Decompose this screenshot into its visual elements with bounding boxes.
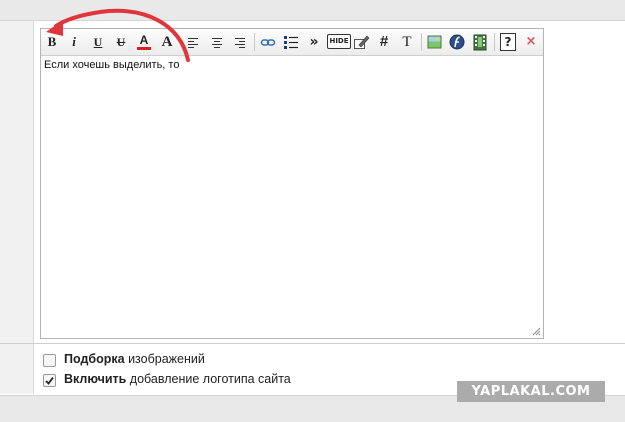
align-left-icon — [188, 38, 198, 48]
check-icon — [45, 376, 54, 385]
checkbox-checked[interactable] — [43, 374, 56, 387]
hide-button[interactable]: HIDE — [327, 34, 351, 49]
toolbar-separator — [254, 33, 255, 51]
editor-toolbar: B i U U A A » HIDE # T ? × — [41, 29, 543, 56]
edit-icon — [354, 35, 370, 49]
link-icon — [260, 39, 276, 46]
font-size-button[interactable]: A — [160, 33, 174, 51]
post-editor: B i U U A A » HIDE # T ? × Если хочешь в… — [40, 28, 544, 339]
align-center-button[interactable] — [211, 33, 225, 51]
resize-grip-icon[interactable] — [532, 327, 541, 336]
hash-button[interactable]: # — [377, 33, 391, 51]
bold-button[interactable]: B — [45, 33, 59, 51]
text-color-button[interactable]: A — [137, 33, 151, 50]
left-column — [0, 21, 34, 343]
option-label: Включить добавление логотипа сайта — [64, 372, 291, 386]
align-right-button[interactable] — [234, 33, 248, 51]
edit-button[interactable] — [353, 33, 370, 51]
top-band — [0, 0, 625, 21]
align-left-button[interactable] — [187, 33, 201, 51]
left-column-lower — [0, 344, 34, 394]
link-button[interactable] — [260, 33, 276, 51]
quote-button[interactable]: » — [307, 33, 321, 51]
list-button[interactable] — [283, 33, 299, 51]
flash-button[interactable] — [449, 33, 465, 51]
list-icon — [284, 36, 298, 49]
align-center-icon — [212, 38, 222, 48]
toolbar-separator — [421, 33, 422, 51]
checkbox[interactable] — [43, 354, 56, 367]
italic-button[interactable]: i — [67, 33, 81, 51]
video-button[interactable] — [473, 33, 487, 51]
align-right-icon — [235, 38, 245, 48]
toolbar-separator — [494, 33, 495, 51]
flash-icon — [449, 34, 465, 50]
font-button[interactable]: T — [400, 33, 414, 51]
message-textarea[interactable]: Если хочешь выделить, то — [41, 56, 543, 339]
video-icon — [473, 34, 487, 51]
watermark: YAPLAKAL.COM — [457, 381, 605, 402]
option-label: Подборка изображений — [64, 352, 205, 366]
help-button[interactable]: ? — [500, 33, 516, 51]
underline-button[interactable]: U — [91, 33, 105, 51]
image-button[interactable] — [427, 33, 442, 51]
close-button[interactable]: × — [524, 33, 538, 51]
strikethrough-button[interactable]: U — [114, 33, 128, 51]
image-icon — [427, 35, 442, 49]
divider — [0, 343, 625, 344]
